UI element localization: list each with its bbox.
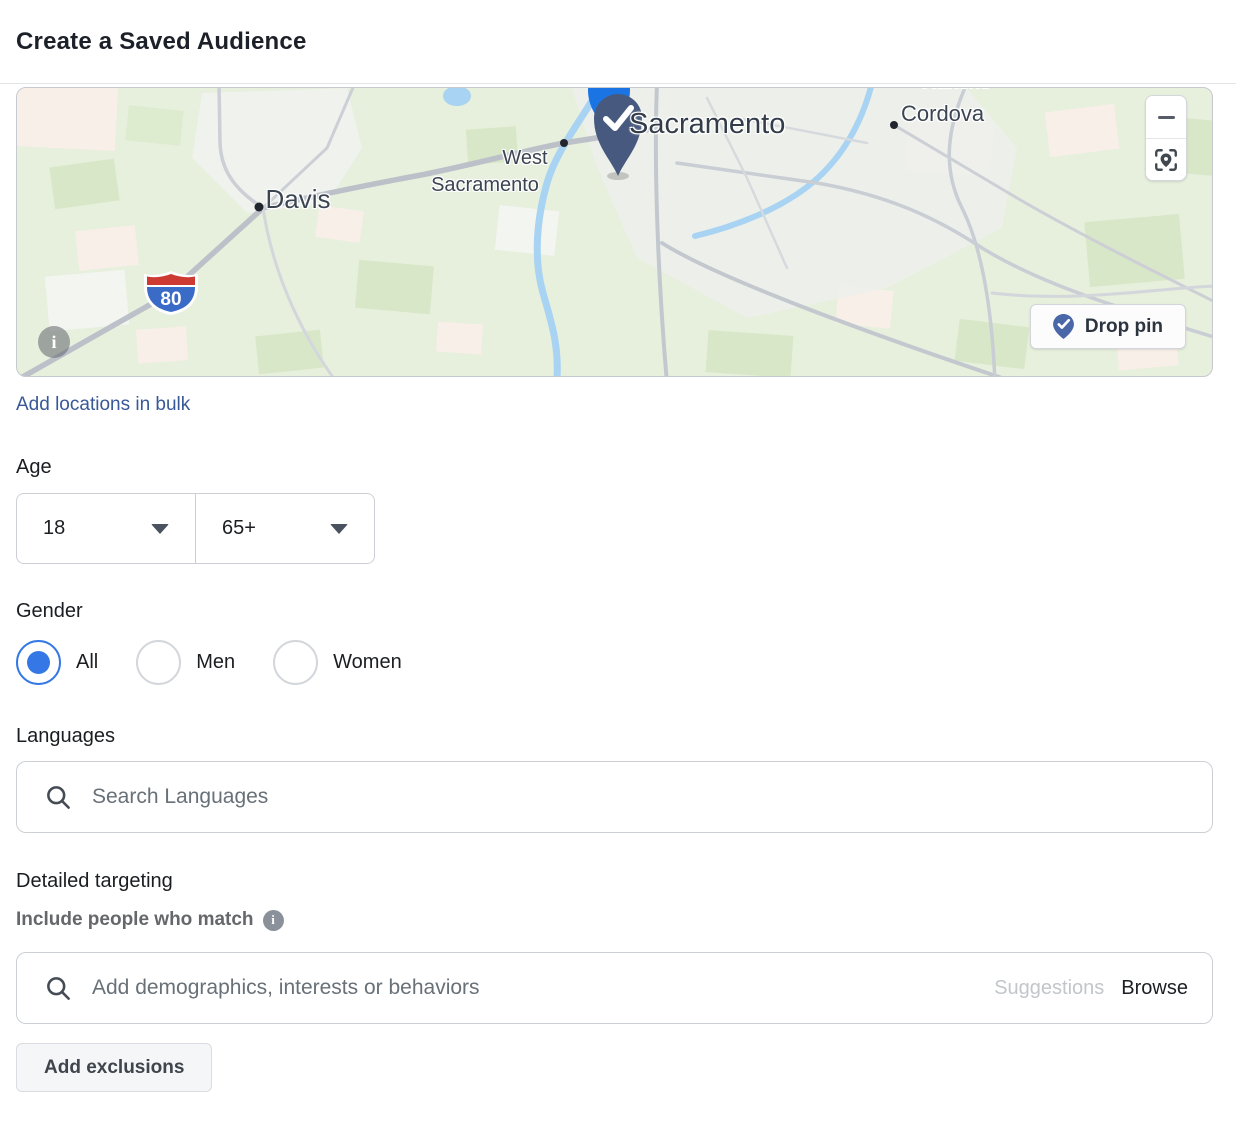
minus-icon bbox=[1158, 116, 1175, 119]
map-label-rancho-clipped: Rancho bbox=[922, 87, 991, 94]
gender-radio-men[interactable]: Men bbox=[136, 640, 235, 685]
add-exclusions-button[interactable]: Add exclusions bbox=[16, 1043, 212, 1092]
age-label: Age bbox=[16, 456, 1220, 479]
include-people-label: Include people who match bbox=[16, 909, 254, 931]
age-max-dropdown[interactable]: 65+ bbox=[195, 494, 374, 563]
languages-label: Languages bbox=[16, 725, 1220, 748]
gender-radio-all[interactable]: All bbox=[16, 640, 98, 685]
gender-radio-women[interactable]: Women bbox=[273, 640, 402, 685]
include-people-row: Include people who match i bbox=[16, 909, 1220, 931]
gender-radio-group: All Men Women bbox=[16, 640, 1220, 685]
search-icon bbox=[45, 784, 72, 811]
info-icon: i bbox=[51, 332, 56, 352]
languages-search-box bbox=[16, 761, 1213, 833]
languages-search-input[interactable] bbox=[92, 785, 1188, 809]
drop-pin-button[interactable]: Drop pin bbox=[1030, 304, 1186, 349]
age-min-dropdown[interactable]: 18 bbox=[17, 494, 195, 563]
zoom-out-button[interactable] bbox=[1146, 96, 1186, 138]
age-range-control: 18 65+ bbox=[16, 493, 375, 564]
pin-frame-icon bbox=[1153, 147, 1179, 173]
pin-check-icon bbox=[1053, 314, 1074, 339]
map-label-west-sacramento: West Sacramento bbox=[431, 145, 539, 199]
radio-unselected-icon bbox=[273, 640, 318, 685]
dialog-header: Create a Saved Audience bbox=[0, 0, 1236, 84]
add-locations-in-bulk-link[interactable]: Add locations in bulk bbox=[16, 394, 190, 416]
svg-text:80: 80 bbox=[160, 289, 181, 310]
map-label-sacramento: Sacramento bbox=[629, 108, 785, 141]
radio-selected-icon bbox=[16, 640, 61, 685]
map-info-button[interactable]: i bbox=[38, 326, 70, 358]
age-max-value: 65+ bbox=[222, 517, 256, 540]
age-min-value: 18 bbox=[43, 517, 65, 540]
chevron-down-icon bbox=[330, 524, 348, 534]
map-label-cordova: Cordova bbox=[901, 101, 984, 127]
browse-button[interactable]: Browse bbox=[1121, 977, 1188, 1000]
detailed-targeting-search-box: Suggestions Browse bbox=[16, 952, 1213, 1024]
center-on-pin-button[interactable] bbox=[1146, 138, 1186, 180]
location-map[interactable]: 80 Davis West Sacramento Sacramento Cord… bbox=[16, 87, 1213, 377]
map-label-davis: Davis bbox=[265, 184, 330, 215]
chevron-down-icon bbox=[151, 524, 169, 534]
info-icon: i bbox=[263, 910, 284, 931]
interstate-80-shield: 80 bbox=[144, 271, 198, 315]
detailed-targeting-label: Detailed targeting bbox=[16, 870, 1220, 893]
create-saved-audience-dialog: Create a Saved Audience bbox=[0, 0, 1236, 1092]
radio-unselected-icon bbox=[136, 640, 181, 685]
page-title: Create a Saved Audience bbox=[16, 28, 307, 56]
drop-pin-label: Drop pin bbox=[1085, 316, 1163, 338]
detailed-targeting-search-input[interactable] bbox=[92, 976, 982, 1000]
search-icon bbox=[45, 975, 72, 1002]
map-control-group bbox=[1145, 95, 1187, 181]
gender-label: Gender bbox=[16, 600, 1220, 623]
suggestions-button[interactable]: Suggestions bbox=[994, 977, 1104, 1000]
form-body: Add locations in bulk Age 18 65+ Gender … bbox=[0, 377, 1236, 1092]
